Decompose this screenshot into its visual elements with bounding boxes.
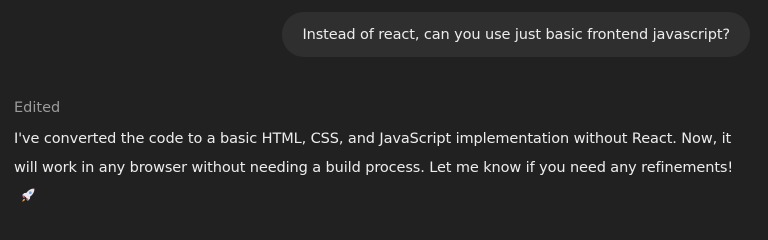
- rocket-icon: [20, 185, 36, 214]
- user-message-text: Instead of react, can you use just basic…: [302, 26, 730, 43]
- assistant-message: Edited I've converted the code to a basi…: [14, 97, 744, 214]
- user-message-row: Instead of react, can you use just basic…: [282, 12, 750, 57]
- assistant-message-text: I've converted the code to a basic HTML,…: [14, 131, 734, 176]
- chat-thread: Instead of react, can you use just basic…: [0, 0, 768, 212]
- user-message-bubble: Instead of react, can you use just basic…: [282, 12, 750, 57]
- assistant-message-text-block: I've converted the code to a basic HTML,…: [14, 125, 744, 214]
- edited-label: Edited: [14, 100, 61, 116]
